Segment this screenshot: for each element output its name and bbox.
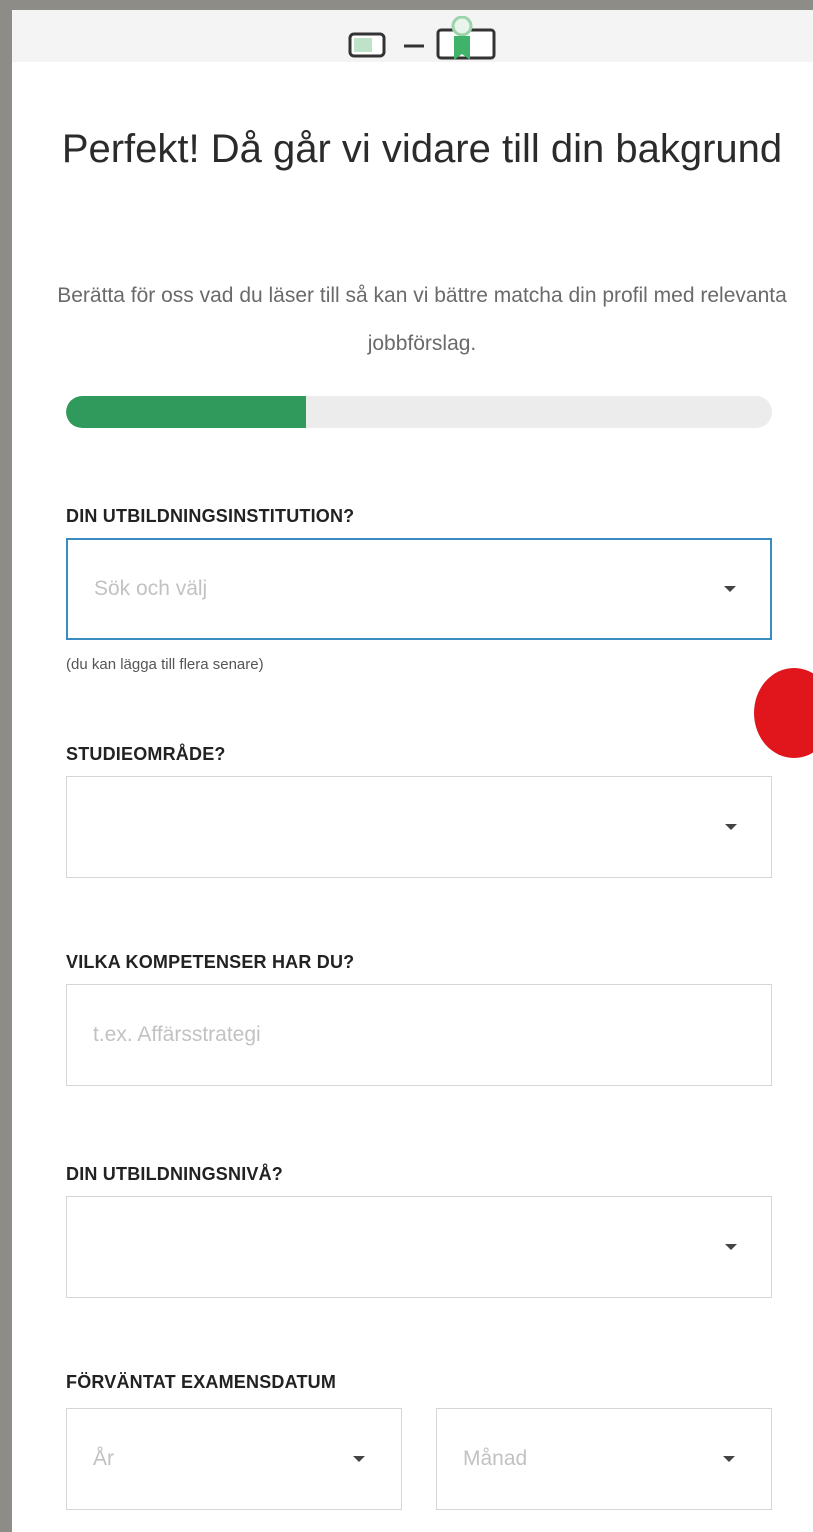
page-title: Perfekt! Då går vi vidare till din bakgr…	[61, 127, 783, 171]
graduation-year-select[interactable]: År	[66, 1408, 402, 1510]
institution-hint: (du kan lägga till flera senare)	[66, 656, 264, 673]
study-area-select[interactable]	[66, 776, 772, 878]
caret-down-icon	[723, 1456, 735, 1462]
graduation-label: FÖRVÄNTAT EXAMENSDATUM	[66, 1372, 337, 1392]
education-level-label: DIN UTBILDNINGSNIVÅ?	[66, 1164, 283, 1184]
institution-label: DIN UTBILDNINGSINSTITUTION?	[66, 506, 355, 526]
diploma-illustration-icon	[348, 16, 496, 60]
caret-down-icon	[725, 1244, 737, 1250]
graduation-month-select[interactable]: Månad	[436, 1408, 772, 1510]
study-area-label: STUDIEOMRÅDE?	[66, 744, 226, 764]
skills-label: VILKA KOMPETENSER HAR DU?	[66, 952, 355, 972]
window-frame	[0, 0, 813, 10]
skills-input[interactable]: t.ex. Affärsstrategi	[66, 984, 772, 1086]
caret-down-icon	[725, 824, 737, 830]
page-subtitle: Berätta för oss vad du läser till så kan…	[57, 284, 787, 355]
caret-down-icon	[724, 586, 736, 592]
caret-down-icon	[353, 1456, 365, 1462]
skills-placeholder: t.ex. Affärsstrategi	[93, 1023, 261, 1046]
progress-fill	[66, 396, 307, 428]
education-level-select[interactable]	[66, 1196, 772, 1298]
institution-placeholder: Sök och välj	[94, 577, 208, 600]
graduation-year-placeholder: År	[93, 1447, 114, 1470]
institution-select[interactable]: Sök och välj	[66, 538, 772, 640]
graduation-month-placeholder: Månad	[463, 1447, 528, 1470]
onboarding-card: Perfekt! Då går vi vidare till din bakgr…	[12, 10, 813, 1532]
progress-bar	[66, 396, 772, 428]
